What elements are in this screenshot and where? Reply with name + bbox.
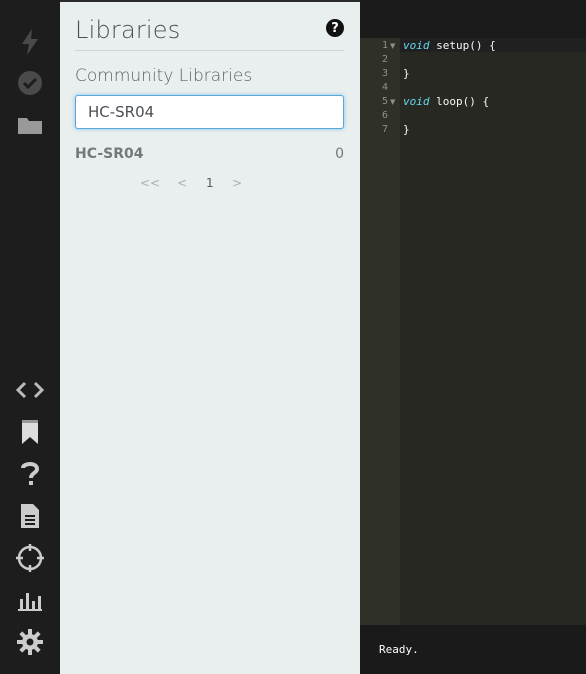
folder-icon[interactable] [14, 110, 46, 142]
fold-arrow-icon[interactable]: ▼ [390, 42, 395, 50]
libraries-bookmark-icon[interactable] [14, 416, 46, 448]
docs-icon[interactable] [14, 500, 46, 532]
console-panel: Ready. [360, 625, 586, 674]
help-icon[interactable] [14, 458, 46, 490]
help-button[interactable]: ? [326, 19, 344, 37]
code-line[interactable]: void loop() { [403, 95, 489, 108]
line-number: 3 [381, 68, 388, 79]
line-number: 7 [381, 124, 388, 135]
pagination-current[interactable]: 1 [206, 176, 214, 190]
console-chart-icon[interactable] [14, 584, 46, 616]
fold-arrow-icon[interactable]: ▼ [390, 98, 395, 106]
line-number: 5 [381, 96, 388, 107]
panel-title: Libraries [75, 16, 181, 44]
line-number: 2 [381, 54, 388, 65]
settings-gear-icon[interactable] [14, 626, 46, 658]
pagination-prev[interactable]: < [177, 176, 187, 190]
code-editor[interactable]: 1 ▼ 2 3 4 5 ▼ 6 7 void setup() { } void … [360, 0, 586, 625]
libraries-panel: Libraries ? Community Libraries HC-SR04 … [60, 0, 360, 674]
verify-icon[interactable] [14, 67, 46, 99]
code-line[interactable]: void setup() { [403, 39, 496, 52]
title-divider [75, 50, 344, 51]
community-libraries-heading: Community Libraries [75, 66, 253, 86]
library-search-input[interactable] [75, 95, 344, 129]
devices-target-icon[interactable] [14, 542, 46, 574]
line-number: 6 [381, 110, 388, 121]
library-result-count: 0 [335, 146, 344, 162]
code-line[interactable]: } [403, 67, 410, 80]
sidebar-rail [0, 0, 60, 674]
console-status: Ready. [379, 643, 419, 656]
editor-gutter: 1 ▼ 2 3 4 5 ▼ 6 7 [360, 38, 400, 625]
flash-icon[interactable] [14, 26, 46, 58]
line-number: 1 [381, 40, 388, 51]
library-result-name[interactable]: HC-SR04 [75, 146, 143, 162]
library-result-row[interactable]: HC-SR04 0 [75, 146, 344, 164]
pagination-next[interactable]: > [232, 176, 242, 190]
code-line[interactable]: } [403, 123, 410, 136]
line-number: 4 [381, 82, 388, 93]
editor-header [360, 0, 586, 38]
pagination-first[interactable]: << [140, 176, 160, 190]
code-icon[interactable] [14, 374, 46, 406]
